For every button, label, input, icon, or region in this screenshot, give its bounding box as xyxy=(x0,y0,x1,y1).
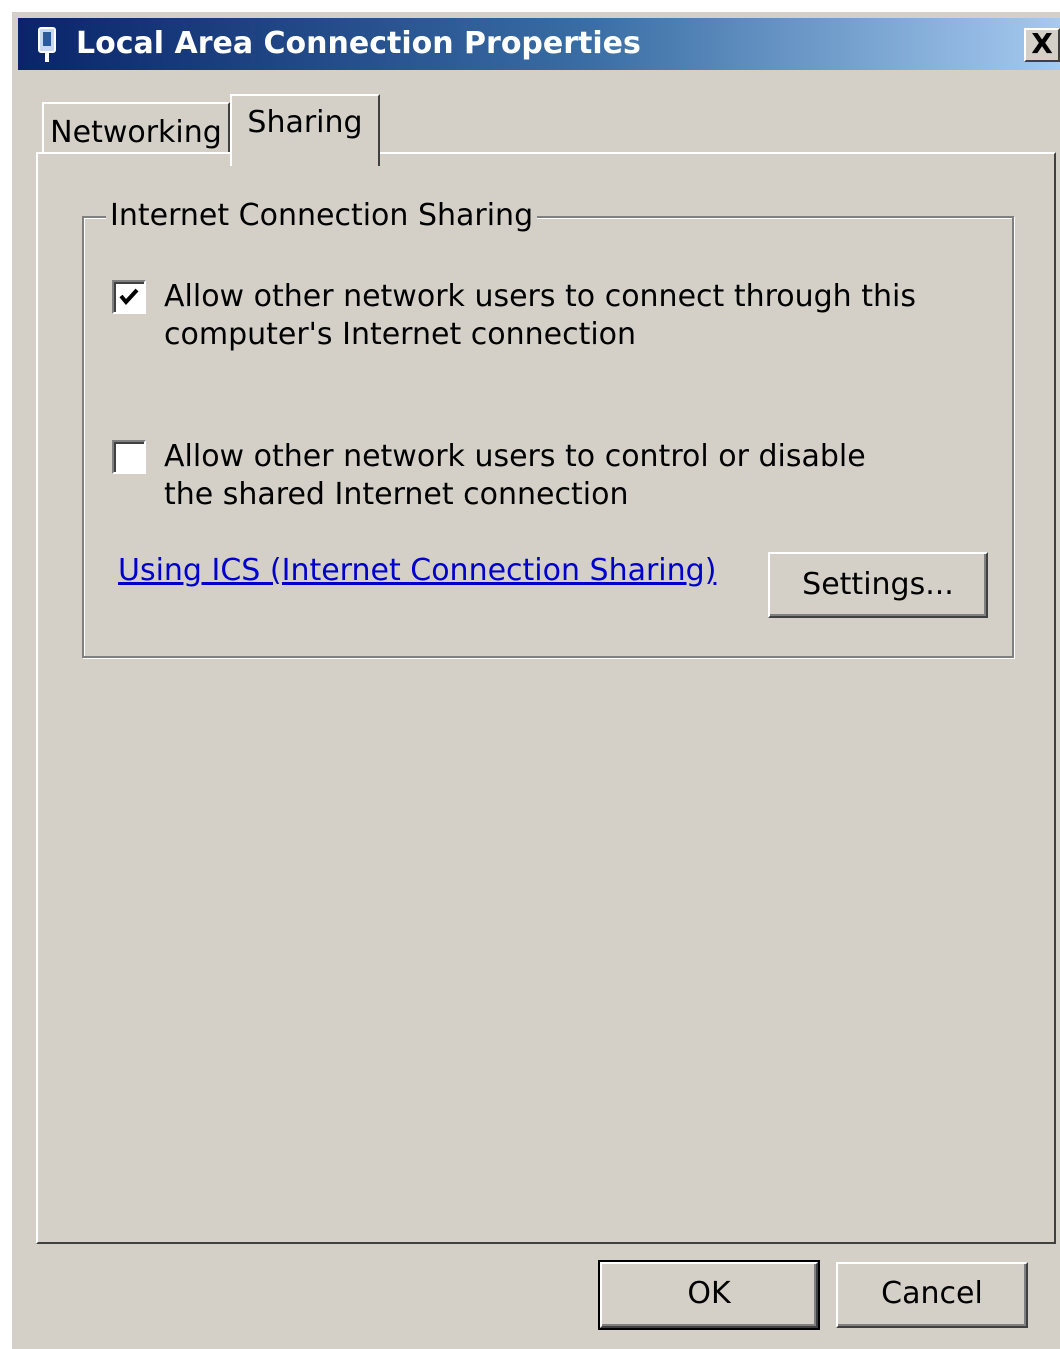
close-icon: X xyxy=(1031,27,1053,60)
settings-button[interactable]: Settings... xyxy=(768,552,988,618)
ok-button[interactable]: OK xyxy=(598,1260,820,1330)
tab-networking[interactable]: Networking xyxy=(42,102,230,156)
tab-sharing-label: Sharing xyxy=(247,105,363,140)
cancel-button[interactable]: Cancel xyxy=(836,1262,1028,1328)
title-bar[interactable]: Local Area Connection Properties X xyxy=(18,18,1060,70)
checkmark-icon xyxy=(119,288,139,306)
network-adapter-icon xyxy=(38,27,56,62)
close-button[interactable]: X xyxy=(1024,28,1060,62)
allow-connect-label[interactable]: Allow other network users to connect thr… xyxy=(164,278,924,354)
allow-control-checkbox[interactable] xyxy=(112,440,146,474)
allow-control-label[interactable]: Allow other network users to control or … xyxy=(164,438,924,514)
ics-groupbox: Internet Connection Sharing Allow other … xyxy=(82,196,1014,658)
sharing-tab-panel: Internet Connection Sharing Allow other … xyxy=(36,152,1056,1244)
tab-networking-label: Networking xyxy=(50,115,222,150)
tab-sharing[interactable]: Sharing xyxy=(230,94,380,166)
window-title: Local Area Connection Properties xyxy=(76,26,641,61)
allow-connect-checkbox[interactable] xyxy=(112,280,146,314)
groupbox-title: Internet Connection Sharing xyxy=(106,196,538,236)
ics-help-link[interactable]: Using ICS (Internet Connection Sharing) xyxy=(118,552,716,590)
properties-dialog: Local Area Connection Properties X Netwo… xyxy=(10,10,1060,1349)
